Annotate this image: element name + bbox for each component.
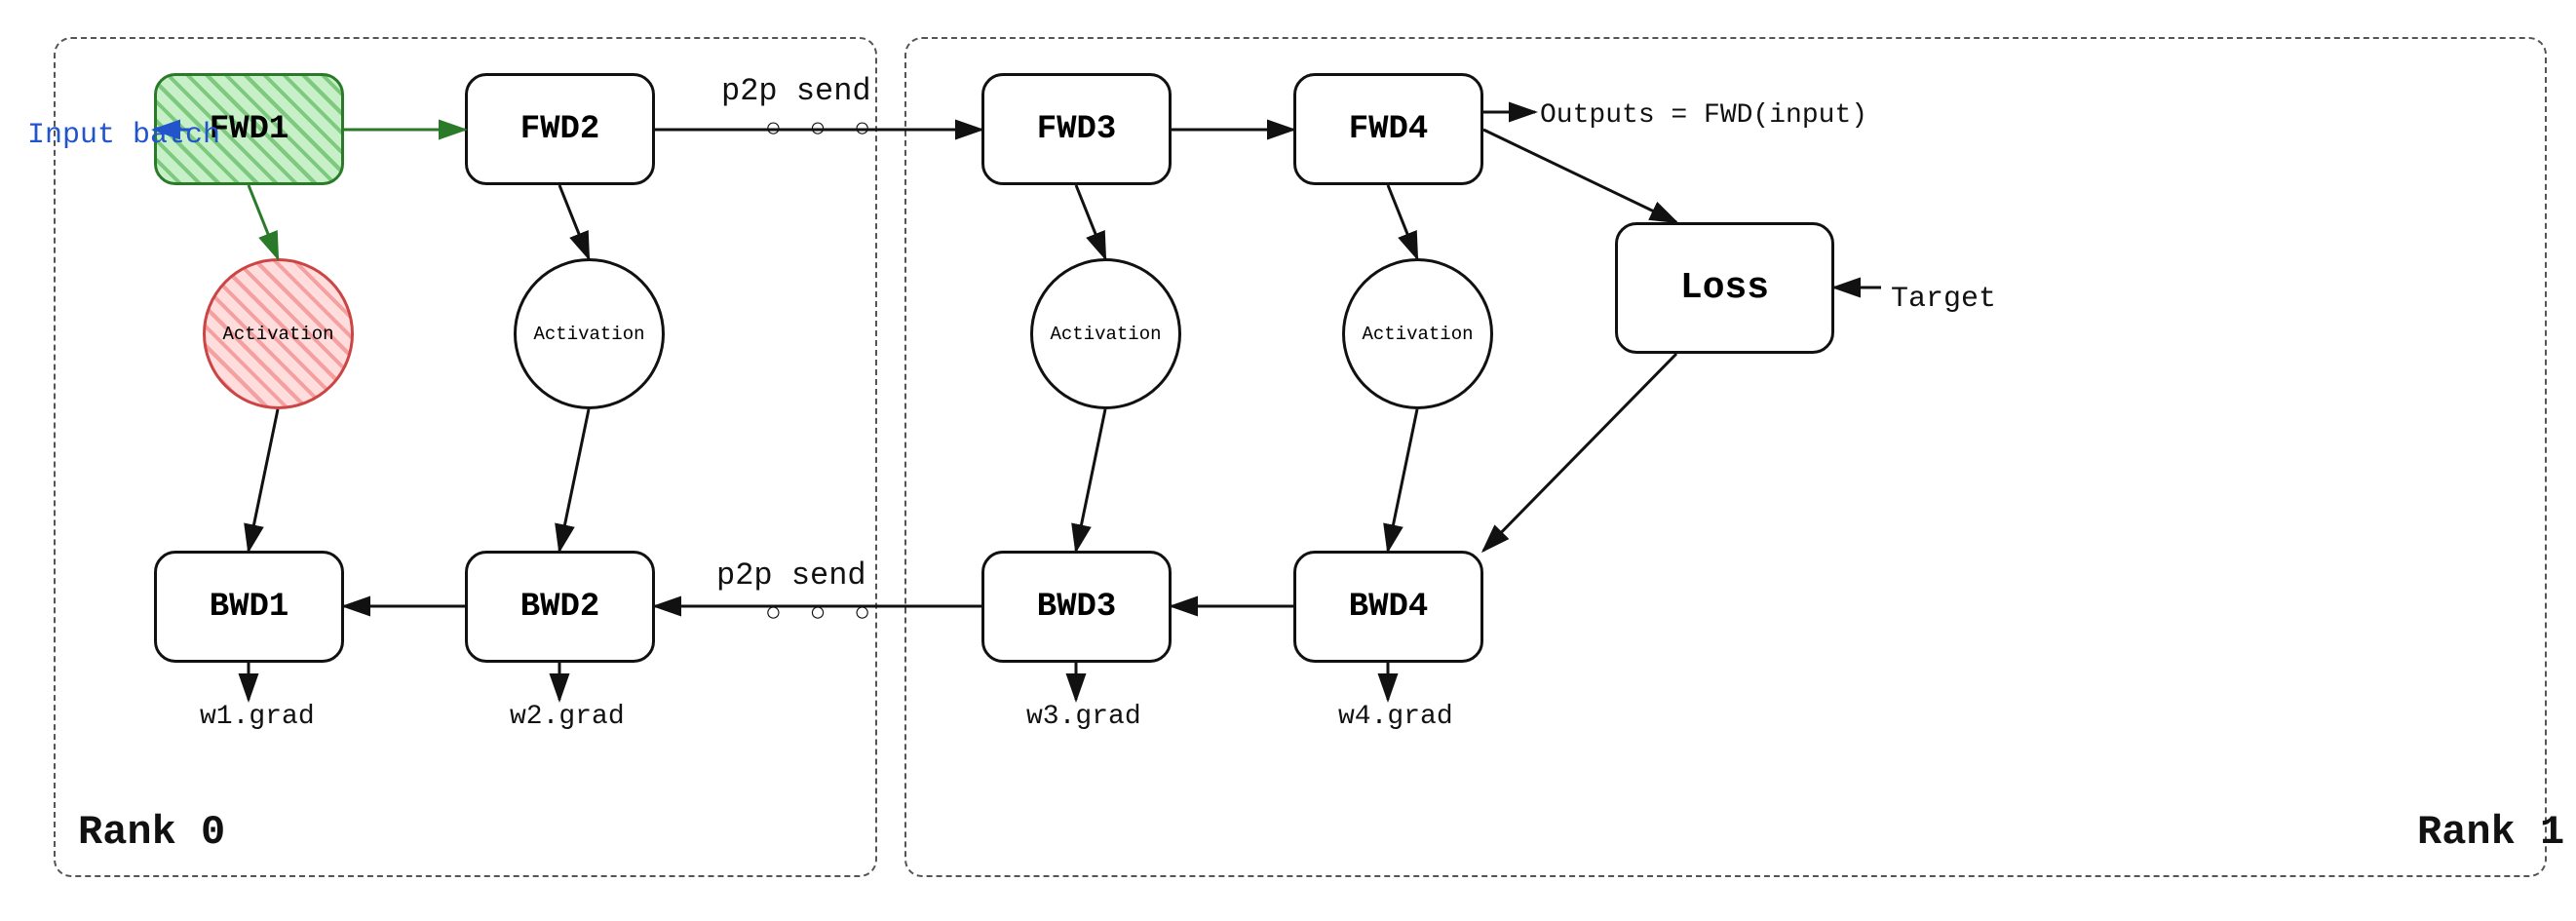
loss-node: Loss bbox=[1615, 222, 1834, 354]
activation4-circle: Activation bbox=[1342, 258, 1493, 409]
bwd2-node: BWD2 bbox=[465, 551, 655, 663]
p2p-send-bottom-label: p2p send bbox=[716, 557, 866, 594]
activation3-circle: Activation bbox=[1030, 258, 1181, 409]
w2grad-label: w2.grad bbox=[510, 702, 625, 732]
dots-bottom: ○ ○ ○ bbox=[765, 599, 876, 630]
bwd4-node: BWD4 bbox=[1293, 551, 1483, 663]
activation1-circle: Activation bbox=[203, 258, 354, 409]
w1grad-label: w1.grad bbox=[200, 702, 315, 732]
rank0-label: Rank 0 bbox=[78, 809, 225, 856]
rank1-label: Rank 1 bbox=[2417, 809, 2564, 856]
w3grad-label: w3.grad bbox=[1026, 702, 1141, 732]
bwd1-node: BWD1 bbox=[154, 551, 344, 663]
target-label: Target bbox=[1891, 283, 1996, 316]
fwd4-node: FWD4 bbox=[1293, 73, 1483, 185]
w4grad-label: w4.grad bbox=[1338, 702, 1453, 732]
p2p-send-top-label: p2p send bbox=[721, 73, 871, 109]
fwd3-node: FWD3 bbox=[981, 73, 1172, 185]
fwd2-node: FWD2 bbox=[465, 73, 655, 185]
dots-top: ○ ○ ○ bbox=[765, 115, 876, 145]
outputs-label: Outputs = FWD(input) bbox=[1540, 100, 1867, 131]
activation2-circle: Activation bbox=[514, 258, 665, 409]
bwd3-node: BWD3 bbox=[981, 551, 1172, 663]
diagram-container: Rank 0 Rank 1 FWD1 FWD2 FWD3 FWD4 Activa… bbox=[0, 0, 2576, 921]
input-batch-label: Input batch bbox=[27, 119, 220, 152]
